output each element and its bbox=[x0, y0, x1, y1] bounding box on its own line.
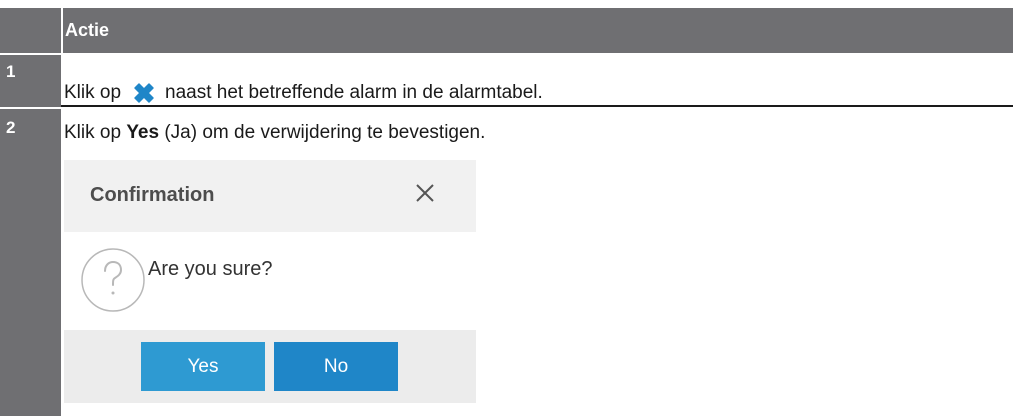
step-2-bold-yes: Yes bbox=[126, 122, 160, 143]
no-button[interactable]: No bbox=[274, 342, 398, 391]
step-number-column bbox=[0, 55, 61, 416]
table-header: Actie bbox=[0, 8, 1013, 53]
x-icon bbox=[134, 83, 154, 103]
number-column-separator bbox=[0, 107, 61, 109]
step-number-2: 2 bbox=[6, 118, 16, 137]
header-action-label: Actie bbox=[63, 8, 1013, 53]
step-1-text-before: Klik op bbox=[64, 82, 122, 103]
step-2-text-before: Klik op bbox=[64, 122, 122, 143]
confirmation-dialog: Confirmation Are you sure? Yes No bbox=[64, 160, 476, 403]
dialog-header: Confirmation bbox=[64, 160, 476, 232]
dialog-title: Confirmation bbox=[90, 184, 215, 206]
yes-button[interactable]: Yes bbox=[141, 342, 265, 391]
close-icon[interactable] bbox=[414, 182, 436, 204]
step-2-instruction: Klik op Yes (Ja) om de verwijdering te b… bbox=[64, 122, 485, 144]
question-icon bbox=[81, 248, 145, 312]
step-number-1: 1 bbox=[6, 62, 16, 81]
step-1-text-after: naast het betreffende alarm in de alarmt… bbox=[165, 82, 543, 103]
dialog-body: Are you sure? bbox=[64, 232, 476, 330]
step-2-text-after: (Ja) om de verwijdering te bevestigen. bbox=[164, 122, 486, 143]
dialog-message: Are you sure? bbox=[148, 258, 273, 280]
step-1-instruction: Klik op naast het betreffende alarm in d… bbox=[64, 80, 543, 106]
dialog-footer: Yes No bbox=[64, 330, 476, 403]
header-number-cell bbox=[0, 8, 61, 53]
